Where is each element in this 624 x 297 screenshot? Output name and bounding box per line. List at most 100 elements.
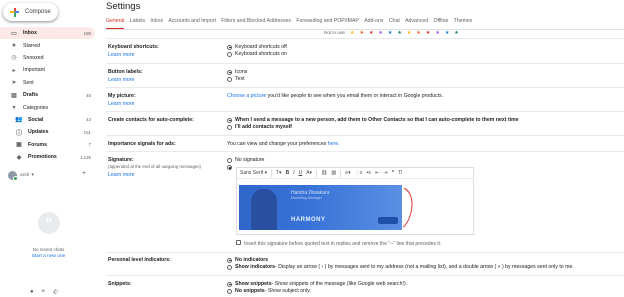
font-family-select[interactable]: Sans Serif ▾ [240,170,267,176]
keyboard-learn-more-link[interactable]: Learn more [108,52,135,58]
radio[interactable] [227,51,232,57]
radio[interactable] [227,124,232,130]
star-icon[interactable]: ★ [359,31,363,36]
sidebar-item-label: Updates [28,129,49,136]
manual-contacts-option[interactable]: I'll add contacts myself [227,124,292,130]
image-icon[interactable]: ▨ [331,170,336,176]
no-snippets-option[interactable]: No snippets - Show subject only. [227,288,311,294]
hangouts-user[interactable]: arsh ▾ [8,171,34,181]
radio-selected[interactable] [227,117,232,123]
compose-button[interactable]: Compose [3,3,58,21]
auto-add-contacts-option[interactable]: When I send a message to a new person, a… [227,117,519,123]
link-icon[interactable]: ⛓ [321,170,327,176]
my-picture-learn-more-link[interactable]: Learn more [108,101,135,107]
divider [106,252,624,253]
radio-selected[interactable] [227,257,232,263]
sidebar-item-inbox[interactable]: ▭ Inbox 189 [0,27,95,40]
signature-editor[interactable]: Sans Serif ▾ T▾ B I U A▾ ⛓ ▨ ≡▾ ⋮≡ •≡ ⇤ … [236,167,474,235]
align-icon[interactable]: ≡▾ [345,170,350,176]
show-snippets-option[interactable]: Show snippets - Show snippets of the mes… [227,281,407,287]
bold-icon[interactable]: B [286,170,290,176]
sidebar-item-label: Important [23,67,45,74]
indent-less-icon[interactable]: ⇤ [375,170,379,176]
sidebar-item-categories[interactable]: ▾ Categories [0,101,95,113]
button-labels-text-option[interactable]: Text [227,76,245,82]
star-icon[interactable]: ★ [426,31,430,36]
keyboard-shortcuts-on-option[interactable]: Keyboard shortcuts on [227,51,287,57]
underline-icon[interactable]: U [299,170,303,176]
no-signature-option[interactable]: No signature [227,157,264,163]
quote-icon[interactable]: ❞ [392,170,395,176]
sidebar-item-sent[interactable]: ➤ Sent [0,77,95,89]
star-icon[interactable]: ★ [407,31,411,36]
numbered-list-icon[interactable]: ⋮≡ [355,170,363,176]
radio[interactable] [227,264,232,270]
stars-not-in-use: ★ ★ ★ ★ ★ ★ ★ ★ ★ ★ ★ ★ [350,31,459,36]
radio[interactable] [227,76,232,82]
person-icon[interactable]: ● [30,289,34,296]
importance-signals-text: You can view and change your preferences… [227,141,340,147]
stars-in-use-row: Not in use: ★ ★ ★ ★ ★ ★ ★ ★ ★ ★ ★ ★ [324,29,459,35]
choose-picture-link[interactable]: Choose a picture [227,93,266,99]
italic-icon[interactable]: I [293,170,294,176]
sidebar-item-starred[interactable]: ★ Starred [0,39,95,51]
star-icon[interactable]: ★ [454,31,458,36]
chat-bubble-icon: " [38,212,60,234]
radio[interactable] [227,288,232,294]
insert-signature-option[interactable]: Insert this signature before quoted text… [236,240,441,247]
star-icon[interactable]: ★ [435,31,439,36]
text-color-icon[interactable]: A▾ [306,170,312,176]
indent-more-icon[interactable]: ⇥ [383,170,387,176]
show-indicators-option[interactable]: Show indicators - Display an arrow ( › )… [227,264,574,270]
red-annotation-mark [402,187,413,228]
plus-icon [10,7,19,17]
sidebar: Compose ▭ Inbox 189 ★ Starred ◷ Snoozed ▸ Import… [0,0,97,297]
radio[interactable] [227,157,232,163]
sidebar-item-promotions[interactable]: ◆ Promotions 1,125 [0,151,95,163]
page-title: Settings [106,1,141,12]
radio-selected[interactable] [227,165,232,170]
star-icon: ★ [11,43,17,50]
no-indicators-option[interactable]: No indicators [227,257,268,263]
sidebar-item-snoozed[interactable]: ◷ Snoozed [0,52,95,64]
bulleted-list-icon[interactable]: •≡ [367,170,372,176]
signature-learn-more-link[interactable]: Learn more [108,172,135,178]
keyboard-shortcuts-off-option[interactable]: Keyboard shortcuts off [227,44,287,50]
button-labels-learn-more-link[interactable]: Learn more [108,77,135,83]
sidebar-item-count: 1,125 [80,154,91,160]
sidebar-item-drafts[interactable]: ▤ Drafts 45 [0,89,95,101]
ad-preferences-link[interactable]: here. [328,141,340,147]
sidebar-item-important[interactable]: ▸ Important [0,64,95,76]
sidebar-item-social[interactable]: 👥 Social 43 [0,114,95,126]
signature-toolbar: Sans Serif ▾ T▾ B I U A▾ ⛓ ▨ ≡▾ ⋮≡ •≡ ⇤ … [237,168,473,179]
hangouts-user-name: arsh [20,173,30,178]
sidebar-item-count: 45 [86,92,91,98]
tag-icon: ◆ [16,154,22,161]
checkbox[interactable] [236,240,241,245]
font-size-icon[interactable]: T▾ [276,170,282,176]
sidebar-item-forums[interactable]: ▣ Forums 7 [0,139,95,151]
remove-formatting-icon[interactable]: T̸ [398,170,401,176]
toolbar-separator [270,169,272,177]
radio-selected[interactable] [227,69,232,75]
star-icon[interactable]: ★ [445,31,449,36]
people-icon: 👥 [15,117,23,124]
phone-icon[interactable]: ✆ [53,289,58,296]
star-icon[interactable]: ★ [397,31,401,36]
custom-signature-option[interactable] [227,165,235,170]
inbox-icon: ▭ [11,30,17,37]
star-icon[interactable]: ★ [378,31,382,36]
star-icon[interactable]: ★ [369,31,373,36]
sidebar-item-updates[interactable]: ⓘ Updates 151 [0,126,95,138]
radio-selected[interactable] [227,44,232,50]
star-icon[interactable]: ★ [388,31,392,36]
hangouts-icon[interactable]: ❝ [42,289,45,296]
star-icon[interactable]: ★ [350,31,354,36]
button-labels-label: Button labels: [108,69,143,75]
button-labels-icons-option[interactable]: Icons [227,69,247,75]
start-new-chat-link[interactable]: Start a new one [0,254,97,259]
radio-selected[interactable] [227,281,232,287]
add-chat-icon[interactable]: + [82,170,86,177]
personal-indicators-label: Personal level indicators: [108,257,171,263]
star-icon[interactable]: ★ [416,31,420,36]
